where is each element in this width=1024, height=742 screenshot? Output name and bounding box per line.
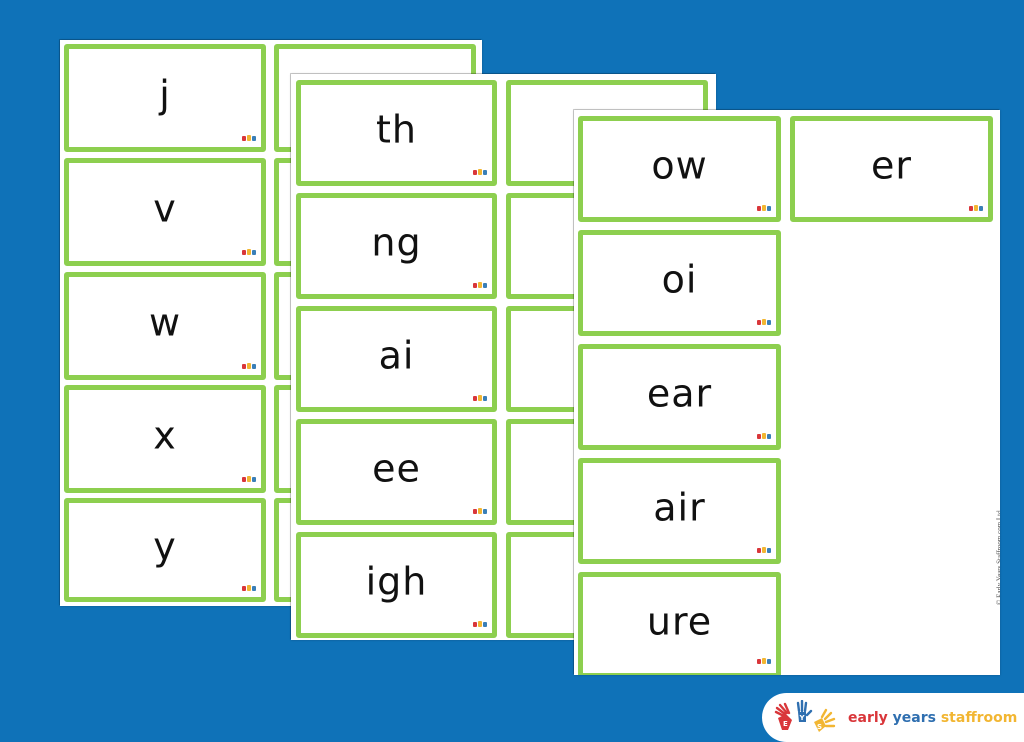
phoneme-card: ai <box>296 306 497 412</box>
brand-word-staffroom: staffroom <box>940 709 1018 726</box>
card-label: ng <box>371 220 422 265</box>
copyright-text: © Early Years Staffroom.com Ltd <box>996 510 1000 605</box>
mini-logo-icon <box>473 620 487 627</box>
phoneme-card: ee <box>296 419 497 525</box>
card-label: v <box>153 186 177 231</box>
mini-logo-icon <box>242 584 256 591</box>
phoneme-card: er <box>790 116 993 222</box>
mini-logo-icon <box>473 168 487 175</box>
card-label: er <box>870 143 912 188</box>
phoneme-card: th <box>296 80 497 186</box>
mini-logo-icon <box>757 657 771 664</box>
card-label: ure <box>646 599 713 644</box>
card-label: y <box>153 524 177 569</box>
card-label: th <box>376 107 417 152</box>
card-label: j <box>159 72 171 117</box>
mini-logo-icon <box>757 318 771 325</box>
card-label: ai <box>378 333 415 378</box>
brand-word-years: years <box>892 709 936 726</box>
mini-logo-icon <box>473 281 487 288</box>
phoneme-card: ng <box>296 193 497 299</box>
phoneme-card: air <box>578 458 781 564</box>
phoneme-card: oi <box>578 230 781 336</box>
mini-logo-icon <box>757 204 771 211</box>
brand-name: early years staffroom <box>848 710 1017 726</box>
phoneme-card: y <box>64 498 266 602</box>
phoneme-card: ear <box>578 344 781 450</box>
phoneme-card: igh <box>296 532 497 638</box>
phoneme-card: ure <box>578 572 781 675</box>
sheet-3: ow er oi ear air ure © Early Years Staff… <box>574 110 1000 675</box>
card-label: ow <box>651 143 708 188</box>
svg-text:S: S <box>817 723 822 731</box>
blue-hand-icon: Y <box>796 699 813 722</box>
card-label: ear <box>646 371 713 416</box>
phoneme-card: j <box>64 44 266 152</box>
phoneme-card: x <box>64 385 266 493</box>
mini-logo-icon <box>242 362 256 369</box>
brand-logo: E Y S early years staffroom <box>762 693 1024 742</box>
mini-logo-icon <box>242 248 256 255</box>
phoneme-card: ow <box>578 116 781 222</box>
card-label: w <box>148 300 182 345</box>
svg-text:E: E <box>783 720 788 728</box>
phoneme-card: w <box>64 272 266 380</box>
card-label: air <box>653 485 706 530</box>
card-label: igh <box>365 559 428 604</box>
card-label: x <box>153 413 177 458</box>
svg-text:Y: Y <box>799 714 806 722</box>
mini-logo-icon <box>757 432 771 439</box>
mini-logo-icon <box>242 134 256 141</box>
mini-logo-icon <box>969 204 983 211</box>
mini-logo-icon <box>242 475 256 482</box>
phoneme-card: v <box>64 158 266 266</box>
mini-logo-icon <box>473 394 487 401</box>
brand-word-early: early <box>848 709 888 726</box>
card-label: oi <box>661 257 698 302</box>
red-hand-icon: E <box>774 702 792 730</box>
mini-logo-icon <box>473 507 487 514</box>
card-label: ee <box>372 446 421 491</box>
hands-icon: E Y S <box>774 699 838 736</box>
yellow-hand-icon: S <box>814 708 836 732</box>
mini-logo-icon <box>757 546 771 553</box>
